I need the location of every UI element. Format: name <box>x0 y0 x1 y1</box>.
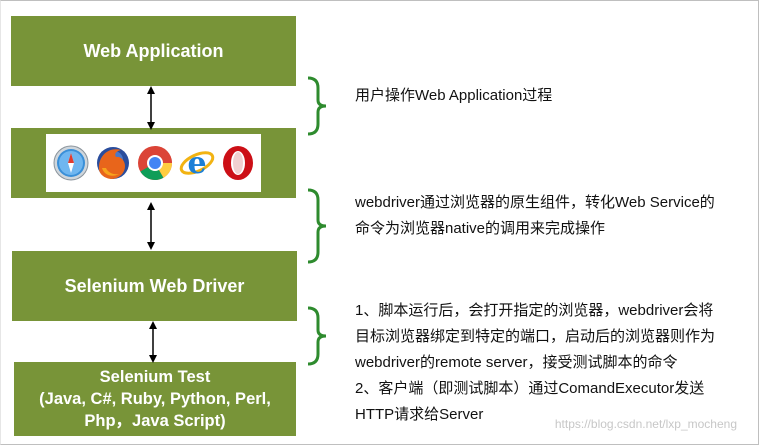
web-application-box: Web Application <box>11 16 296 86</box>
firefox-icon <box>96 147 129 179</box>
note-line: 2、客户端（即测试脚本）通过ComandExecutor发送 <box>355 380 705 397</box>
note-line: webdriver的remote server，接受测试脚本的命令 <box>355 354 678 371</box>
selenium-web-driver-label: Selenium Web Driver <box>64 275 245 296</box>
brace-2 <box>307 188 327 264</box>
note-line: 用户操作Web Application过程 <box>355 87 553 104</box>
note-line: 目标浏览器绑定到特定的端口，启动后的浏览器则作为 <box>355 328 716 345</box>
selenium-test-title: Selenium Test <box>99 368 211 386</box>
selenium-web-driver-box: Selenium Web Driver <box>12 251 297 321</box>
selenium-test-box: Selenium Test (Java, C#, Ruby, Python, P… <box>14 362 296 436</box>
arrow-browsers-driver <box>147 202 155 250</box>
ie-icon: e <box>179 146 214 181</box>
browsers-box: e <box>11 128 296 198</box>
note-line: webdriver通过浏览器的原生组件，转化Web Service的 <box>355 194 715 211</box>
arrow-webapp-browsers <box>147 86 155 130</box>
note-line: 命令为浏览器native的调用来完成操作 <box>355 220 606 237</box>
browser-icons-strip: e <box>46 134 261 192</box>
brace-3 <box>307 306 327 366</box>
arrow-driver-test <box>149 321 157 363</box>
opera-icon <box>222 146 253 180</box>
note-script-flow: 1、脚本运行后，会打开指定的浏览器，webdriver会将 目标浏览器绑定到特定… <box>355 298 715 428</box>
note-line: 1、脚本运行后，会打开指定的浏览器，webdriver会将 <box>355 302 714 319</box>
note-webdriver-native: webdriver通过浏览器的原生组件，转化Web Service的 命令为浏览… <box>355 190 715 242</box>
brace-1 <box>307 76 327 136</box>
web-application-label: Web Application <box>83 40 224 61</box>
note-user-operation: 用户操作Web Application过程 <box>355 83 552 109</box>
svg-text:e: e <box>187 146 206 181</box>
selenium-test-langs-line1: (Java, C#, Ruby, Python, Perl, <box>39 390 271 408</box>
watermark: https://blog.csdn.net/lxp_mocheng <box>554 417 737 431</box>
selenium-test-langs-line2: Php，Java Script) <box>84 412 226 430</box>
safari-icon <box>53 145 88 181</box>
chrome-icon <box>137 146 172 180</box>
